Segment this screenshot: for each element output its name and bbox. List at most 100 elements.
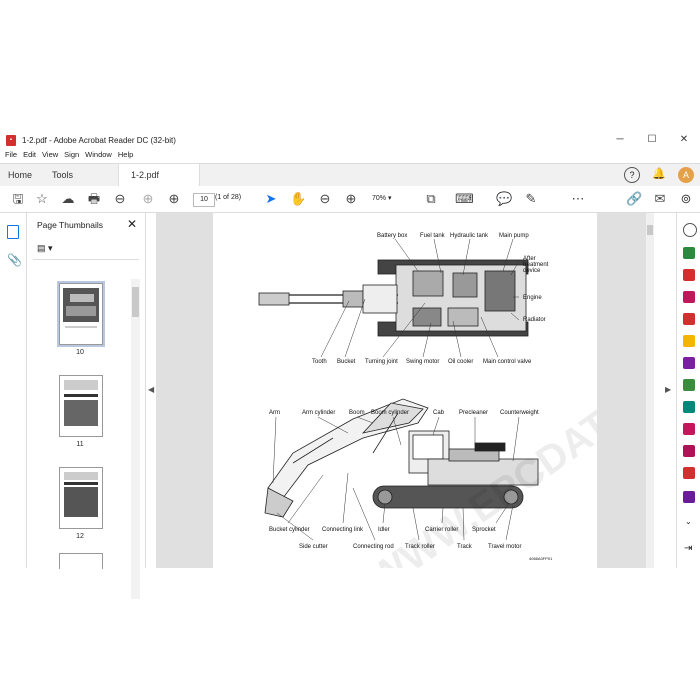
bell-icon[interactable]: 🔔 [652,167,666,181]
star-icon[interactable]: ☆ [34,191,50,207]
close-panel-icon[interactable]: ✕ [127,217,137,231]
tab-document[interactable]: 1-2.pdf [118,164,200,186]
chevron-down-icon[interactable]: ⌄ [685,517,692,526]
left-rail: 📎 [0,213,27,568]
send-for-comments-icon[interactable] [683,445,695,457]
menu-sign[interactable]: Sign [64,150,79,162]
comment-icon[interactable]: 💬 [496,191,512,207]
thumbnail-page-10[interactable] [57,281,105,347]
collapse-right-panel[interactable]: ▶ [662,213,675,568]
thumbnail-preview [64,472,98,517]
comment-tool-icon[interactable] [683,335,695,347]
fit-page-icon[interactable]: ⧉ [423,191,439,207]
tab-tools[interactable]: Tools [52,164,73,186]
label-bucket-cylinder: Bucket cylinder [269,527,310,533]
label-arm: Arm [269,410,280,416]
thumbnail-page-11[interactable] [59,375,103,437]
select-cursor-icon[interactable]: ➤ [263,191,279,207]
page-thumbnails-icon[interactable] [7,225,19,239]
menu-window[interactable]: Window [85,150,112,162]
zoom-search-icon[interactable]: ⊖ [112,191,128,207]
menu-view[interactable]: View [42,150,58,162]
label-bucket: Bucket [337,359,356,365]
label-connecting-link: Connecting link [322,527,364,533]
zoom-level-select[interactable]: 70% ▾ [372,194,408,202]
page-up-icon[interactable]: ⊕ [140,191,156,207]
right-tools-rail: ⌄ ⇥ [676,213,700,568]
hand-tool-icon[interactable]: ✋ [290,191,306,207]
organize-pages-icon[interactable] [683,357,695,369]
label-tooth: Tooth [312,359,327,365]
tab-home[interactable]: Home [8,164,32,186]
pen-icon[interactable]: ✎ [523,191,539,207]
create-pdf-icon[interactable] [683,269,695,281]
chevron-left-icon[interactable]: ◀ [148,385,154,394]
pdf-file-icon: ▪ [6,134,16,146]
figure-code: 4066A0FP01 [529,556,553,561]
chevron-right-icon[interactable]: ▶ [665,385,671,394]
label-main-control-valve: Main control valve [483,359,532,365]
page-count: (1 of 28) [215,194,242,201]
excavator-top-view [258,259,529,337]
menu-file[interactable]: File [5,150,17,162]
scan-icon[interactable] [683,379,695,391]
main-toolbar: 🖫 ☆ ☁ 🖶 ⊖ ⊕ ⊕ 10 (1 of 28) ➤ ✋ ⊖ ⊕ 70% ▾… [0,186,700,213]
edit-pdf-icon[interactable] [683,291,695,303]
page-down-icon[interactable]: ⊕ [166,191,182,207]
label-side-cutter: Side cutter [299,544,328,550]
protect-icon[interactable] [683,401,695,413]
cloud-upload-icon[interactable]: ☁ [60,191,76,207]
keyboard-icon[interactable]: ⌨ [455,191,474,207]
excavator-diagram: Battery box Fuel tank Hydraulic tank Mai… [258,233,700,601]
label-oil-cooler: Oil cooler [448,359,473,365]
thumbnail-scrollbar[interactable] [131,279,140,599]
compress-icon[interactable] [683,467,695,479]
tab-bar: Home Tools 1-2.pdf ? 🔔 A [0,163,700,187]
acrobat-window: ▪ 1-2.pdf - Adobe Acrobat Reader DC (32-… [0,130,700,601]
export-pdf-icon[interactable] [683,247,695,259]
label-swing-motor: Swing motor [406,359,439,365]
menu-edit[interactable]: Edit [23,150,36,162]
print-icon[interactable]: 🖶 [86,191,102,207]
document-scrollbar[interactable] [646,213,654,568]
document-viewer[interactable]: Battery box Fuel tank Hydraulic tank Mai… [156,213,700,601]
avatar[interactable]: A [678,167,694,183]
label-precleaner: Precleaner [459,410,488,416]
label-battery-box: Battery box [377,233,407,239]
thumbnail-preview [64,380,98,426]
save-icon[interactable]: 🖫 [10,191,26,207]
share-link-icon[interactable]: 🔗 [626,191,642,207]
thumbnail-panel: Page Thumbnails ✕ ▤ ▾ 10 11 12 [27,213,146,599]
close-window-button[interactable]: ✕ [668,130,700,150]
zoom-out-icon[interactable]: ⊖ [317,191,333,207]
combine-files-icon[interactable] [683,313,695,325]
label-boom: Boom [349,410,365,416]
label-counterweight: Counterweight [500,410,539,416]
page-number-input[interactable]: 10 [193,193,215,207]
minimize-button[interactable]: ─ [604,130,636,150]
thumbnail-page-13[interactable] [59,553,103,569]
label-turning-joint: Turning joint [365,359,398,365]
maximize-button[interactable]: ☐ [636,130,668,150]
more-options-icon[interactable]: ⋯ [570,191,586,207]
help-icon[interactable]: ? [624,167,640,183]
window-title: 1-2.pdf - Adobe Acrobat Reader DC (32-bi… [22,135,176,145]
collapse-left-panel[interactable]: ◀ [146,213,156,568]
thumbnail-label: 11 [76,441,84,448]
attachment-icon[interactable]: 📎 [7,253,22,267]
prepare-form-icon[interactable] [683,491,695,503]
zoom-in-icon[interactable]: ⊕ [343,191,359,207]
email-icon[interactable]: ✉ [652,191,668,207]
label-idler: Idler [378,527,390,533]
menu-help[interactable]: Help [118,150,133,162]
search-icon[interactable] [683,223,697,237]
account-icon[interactable]: ⊚ [678,191,694,207]
fill-sign-icon[interactable] [683,423,695,435]
thumbnail-preview [63,288,99,328]
label-radiator: Radiator [523,317,546,323]
label-fuel-tank: Fuel tank [420,233,446,239]
thumbnail-page-12[interactable] [59,467,103,529]
expand-rail-icon[interactable]: ⇥ [684,543,692,554]
thumbnail-options-icon[interactable]: ▤ ▾ [37,243,53,254]
label-travel-motor: Travel motor [488,544,521,550]
